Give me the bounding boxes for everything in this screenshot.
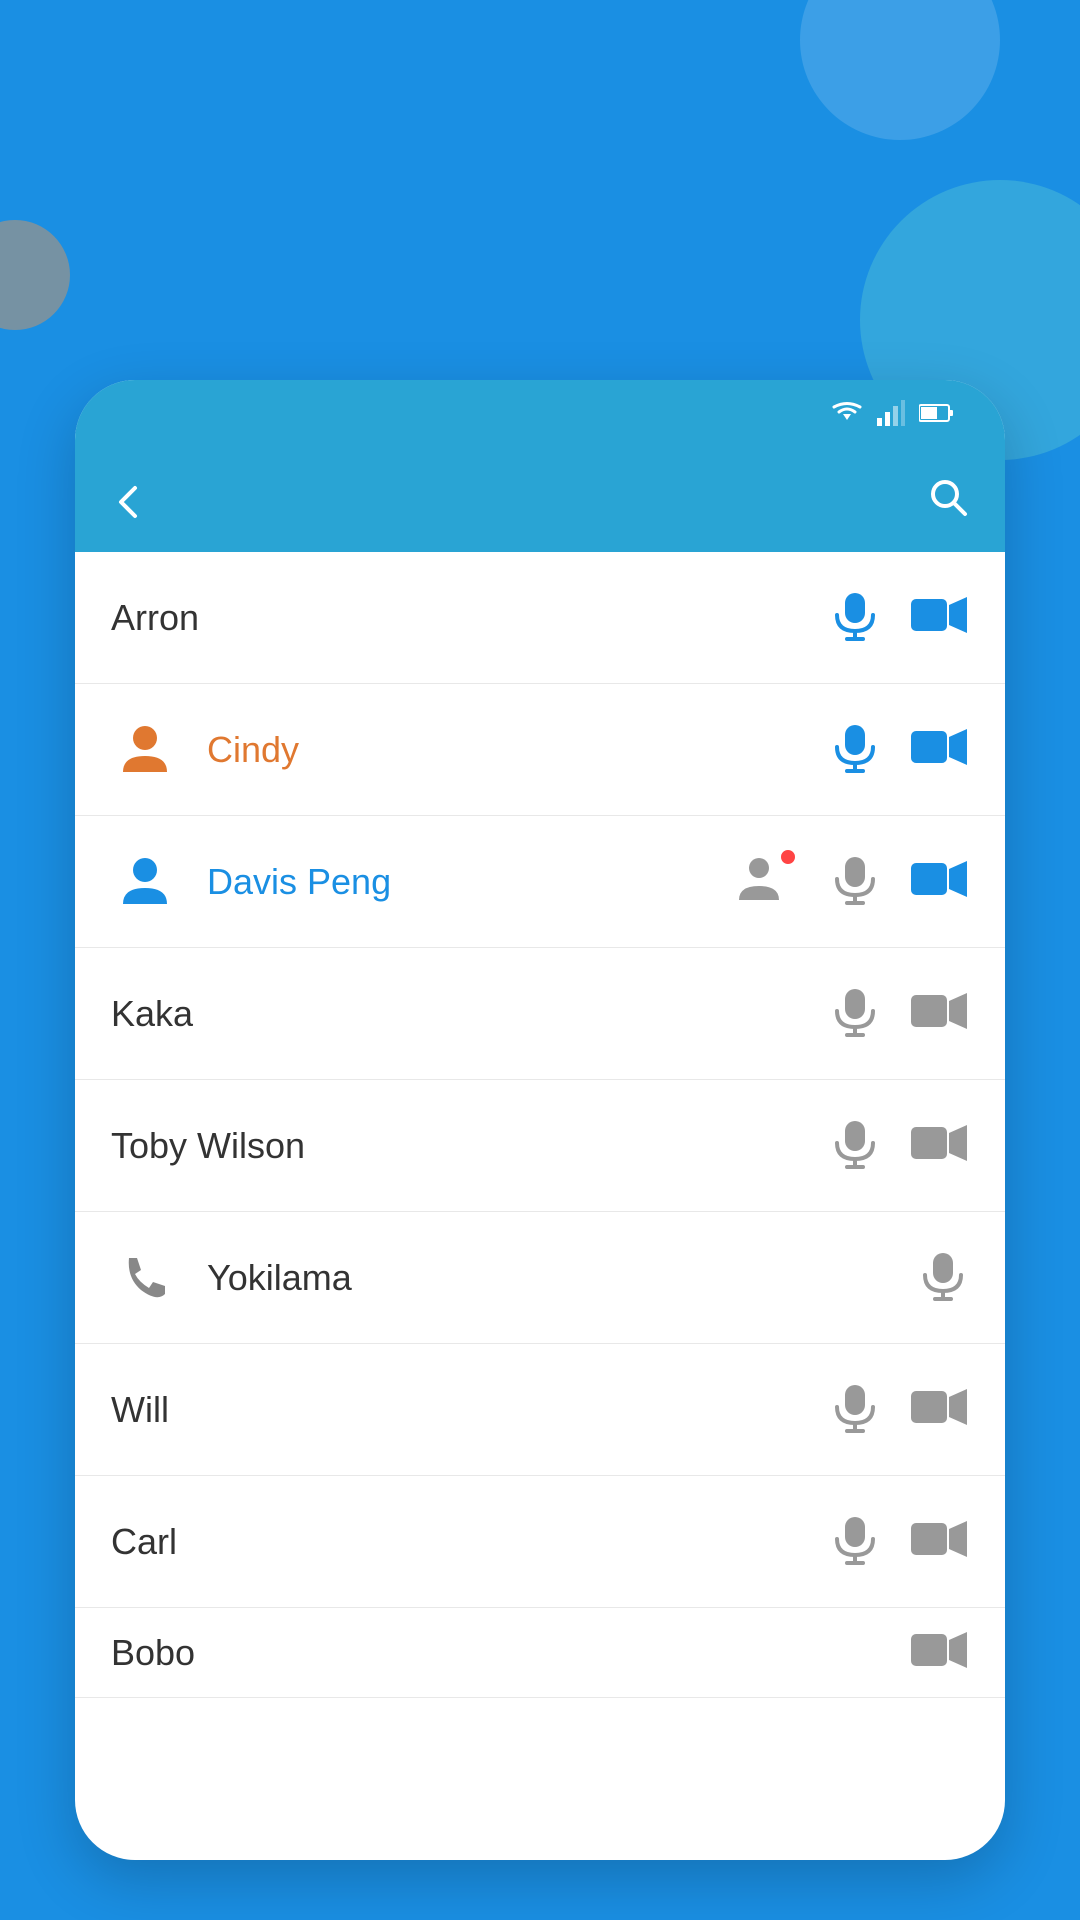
participant-row[interactable]: Kaka [75, 948, 1005, 1080]
app-bar [75, 452, 1005, 552]
mic-icon[interactable] [829, 1117, 881, 1174]
participant-name: Cindy [207, 729, 829, 771]
participant-row[interactable]: Arron [75, 552, 1005, 684]
signal-icon [877, 400, 905, 433]
camera-icon[interactable] [909, 1513, 969, 1570]
mic-icon[interactable] [917, 1249, 969, 1306]
participant-row[interactable]: Yokilama [75, 1212, 1005, 1344]
participant-name: Davis Peng [207, 861, 735, 903]
host-badge-icon [735, 854, 791, 910]
participant-name: Carl [111, 1521, 829, 1563]
participant-icons [829, 985, 969, 1042]
camera-icon[interactable] [909, 589, 969, 646]
camera-icon[interactable] [909, 985, 969, 1042]
participant-icons [917, 1249, 969, 1306]
mic-icon[interactable] [829, 853, 881, 910]
participant-icons [829, 1381, 969, 1438]
camera-icon[interactable] [909, 1381, 969, 1438]
participant-name: Arron [111, 597, 829, 639]
camera-icon[interactable] [909, 853, 969, 910]
participant-name: Toby Wilson [111, 1125, 829, 1167]
participant-avatar [111, 716, 179, 784]
participants-list: Arron Cindy Davis Peng Kaka [75, 552, 1005, 1698]
participant-icons [829, 1117, 969, 1174]
participant-row[interactable]: Carl [75, 1476, 1005, 1608]
mic-icon[interactable] [829, 1381, 881, 1438]
back-button[interactable] [111, 484, 147, 520]
phone-mockup: Arron Cindy Davis Peng Kaka [75, 380, 1005, 1860]
search-button[interactable] [927, 476, 969, 528]
participant-avatar [111, 1244, 179, 1312]
participant-avatar [111, 848, 179, 916]
wifi-icon [831, 400, 863, 433]
mic-icon[interactable] [829, 589, 881, 646]
battery-icon [919, 403, 955, 429]
participant-icons [909, 1624, 969, 1681]
participant-row[interactable]: Davis Peng [75, 816, 1005, 948]
participant-name: Will [111, 1389, 829, 1431]
participant-icons [735, 853, 969, 910]
camera-icon[interactable] [909, 1624, 969, 1681]
mic-icon[interactable] [829, 721, 881, 778]
participant-row[interactable]: Will [75, 1344, 1005, 1476]
bg-circle-top [800, 0, 1000, 140]
participant-name: Yokilama [207, 1257, 917, 1299]
participant-icons [829, 1513, 969, 1570]
status-bar [75, 380, 1005, 452]
bg-circle-left [0, 220, 70, 330]
camera-icon[interactable] [909, 1117, 969, 1174]
participant-row[interactable]: Bobo [75, 1608, 1005, 1698]
status-icons [831, 400, 969, 433]
participant-name: Bobo [111, 1632, 909, 1674]
participant-row[interactable]: Cindy [75, 684, 1005, 816]
participant-icons [829, 589, 969, 646]
camera-icon[interactable] [909, 721, 969, 778]
participant-icons [829, 721, 969, 778]
mic-icon[interactable] [829, 1513, 881, 1570]
participant-row[interactable]: Toby Wilson [75, 1080, 1005, 1212]
mic-icon[interactable] [829, 985, 881, 1042]
participant-name: Kaka [111, 993, 829, 1035]
